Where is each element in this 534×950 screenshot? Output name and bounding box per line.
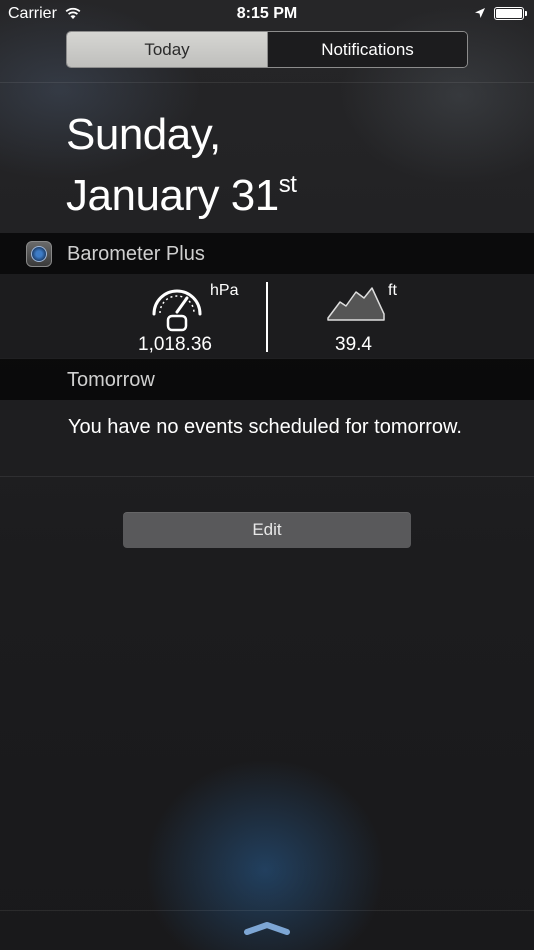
altitude-unit: ft: [388, 282, 397, 299]
barometer-widget-header[interactable]: Barometer Plus: [0, 233, 534, 274]
gauge-icon: [149, 282, 205, 337]
tomorrow-title: Tomorrow: [67, 369, 155, 391]
altitude-value: 39.4: [335, 334, 372, 355]
tomorrow-header: Tomorrow: [0, 359, 534, 400]
no-events-message: You have no events scheduled for tomorro…: [68, 416, 462, 438]
date-heading: Sunday, January 31st: [66, 110, 297, 221]
battery-icon: [494, 7, 527, 20]
tomorrow-events: You have no events scheduled for tomorro…: [0, 400, 534, 477]
divider: [0, 910, 534, 911]
status-bar: Carrier 8:15 PM: [0, 0, 534, 28]
pressure-unit: hPa: [210, 282, 239, 299]
barometer-widget[interactable]: hPa 1,018.36 ft 39.4: [0, 274, 534, 358]
divider: [0, 82, 534, 83]
mountain-icon: [326, 284, 386, 327]
location-arrow-icon: [474, 6, 486, 24]
date-weekday: Sunday,: [66, 110, 221, 159]
date-month-day: January 31st: [66, 160, 297, 221]
barometer-app-icon: [26, 241, 52, 267]
widget-divider: [266, 282, 268, 352]
edit-button[interactable]: Edit: [123, 512, 411, 548]
status-time: 8:15 PM: [236, 5, 298, 22]
tab-today[interactable]: Today: [67, 32, 268, 67]
chevron-up-icon[interactable]: [243, 920, 291, 941]
date-month-day-text: January 31: [66, 171, 279, 220]
widget-title: Barometer Plus: [67, 243, 205, 265]
pressure-value: 1,018.36: [138, 334, 212, 355]
tab-notifications[interactable]: Notifications: [268, 32, 467, 67]
segmented-control: Today Notifications: [66, 31, 468, 68]
date-suffix: st: [278, 171, 297, 198]
